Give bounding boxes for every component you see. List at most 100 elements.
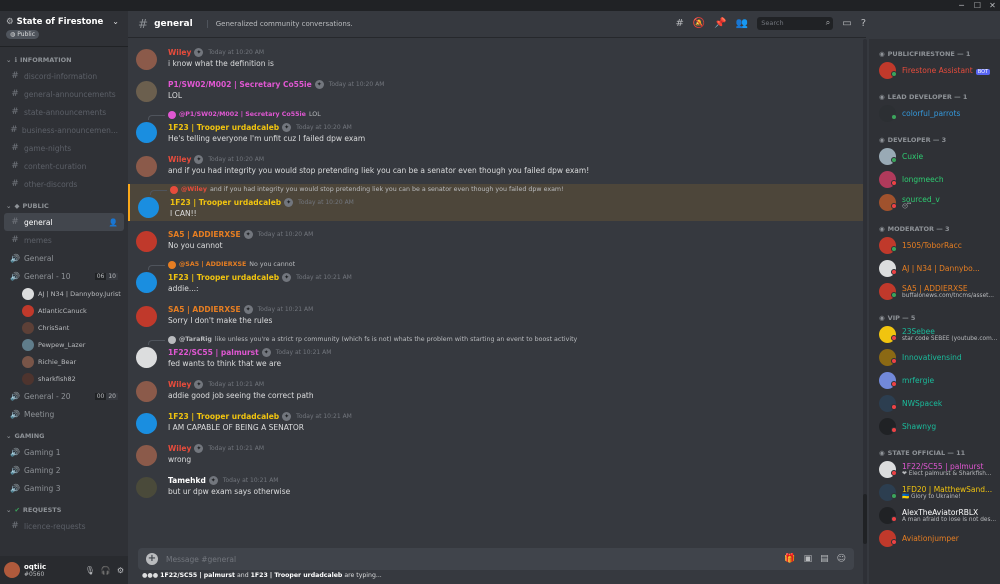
- inbox-icon[interactable]: ▭: [842, 18, 851, 29]
- message[interactable]: P1/SW02/M002 | Secretary Co55ie ✦ Today at…: [128, 77, 863, 103]
- message[interactable]: 1F23 | Trooper urdadcaleb ✦ Today at 10:21…: [128, 409, 863, 435]
- member-item[interactable]: Shawnyg: [879, 415, 1000, 438]
- message-input[interactable]: Message #general: [166, 555, 776, 564]
- channel-item[interactable]: # licence-requests: [4, 517, 124, 535]
- add-member-icon[interactable]: 👤: [109, 218, 118, 227]
- message-author[interactable]: 1F23 | Trooper urdadcaleb: [168, 412, 279, 421]
- reply-preview[interactable]: @Wiley and if you had integrity you would…: [130, 184, 863, 195]
- mute-bell-icon[interactable]: 🔕: [693, 18, 705, 29]
- member-item[interactable]: SA5 | ADDIERXSE buffalonews.com/tncms/ass…: [879, 280, 1000, 303]
- message[interactable]: SA5 | ADDIERXSE ✦ Today at 10:20 AM No you …: [128, 227, 863, 253]
- reply-preview[interactable]: @SA5 | ADDIERXSE No you cannot: [128, 259, 863, 270]
- voice-channel-meeting[interactable]: 🔊 Meeting: [4, 405, 124, 423]
- avatar[interactable]: [136, 156, 157, 177]
- message-author[interactable]: Wiley: [168, 444, 191, 453]
- help-icon[interactable]: ?: [861, 18, 866, 29]
- headset-icon[interactable]: 🎧: [101, 566, 111, 575]
- message-author[interactable]: 1F23 | Trooper urdadcaleb: [168, 123, 279, 132]
- channel-item[interactable]: # content-curation: [4, 157, 124, 175]
- channel-item[interactable]: # general-announcements: [4, 85, 124, 103]
- avatar[interactable]: [136, 81, 157, 102]
- avatar[interactable]: [4, 562, 20, 578]
- close-window-button[interactable]: ✕: [986, 0, 999, 11]
- microphone-icon[interactable]: 🎙: [85, 566, 95, 575]
- member-item[interactable]: mrfergie: [879, 369, 1000, 392]
- category-gaming[interactable]: ⌄ GAMING: [0, 429, 128, 443]
- member-list-icon[interactable]: 👥: [736, 18, 748, 29]
- message-author[interactable]: Tamehkd: [168, 476, 206, 485]
- message[interactable]: Wiley ✦ Today at 10:21 AM addie good job se…: [128, 377, 863, 403]
- message-composer[interactable]: + Message #general 🎁 ▣ ▤ ☺: [138, 548, 854, 570]
- member-item[interactable]: AlexTheAviatorRBLX A man afraid to lose i…: [879, 504, 1000, 527]
- member-item[interactable]: 1F22/SC55 | palmurst ❤ Elect palmurst & S…: [879, 458, 1000, 481]
- avatar[interactable]: [138, 197, 159, 218]
- voice-user[interactable]: Richie_Bear: [0, 353, 128, 370]
- avatar[interactable]: [136, 272, 157, 293]
- reply-preview[interactable]: @TaraRig like unless you're a strict rp c…: [128, 334, 863, 345]
- message[interactable]: Wiley ✦ Today at 10:20 AM and if you had in…: [128, 152, 863, 178]
- voice-user[interactable]: AtlanticCanuck: [0, 302, 128, 319]
- message-author[interactable]: Wiley: [168, 380, 191, 389]
- search-input[interactable]: Search ⌕: [757, 17, 834, 30]
- channel-item[interactable]: # other-discords: [4, 175, 124, 193]
- voice-user[interactable]: AJ | N34 | Dannyboy.Jurist: [0, 285, 128, 302]
- message[interactable]: Wiley ✦ Today at 10:20 AM i know what the d…: [128, 45, 863, 71]
- member-item[interactable]: Innovativensind: [879, 346, 1000, 369]
- message[interactable]: Tamehkd ✦ Today at 10:21 AM but ur dpw exam…: [128, 473, 863, 499]
- threads-icon[interactable]: #: [675, 18, 683, 29]
- gift-icon[interactable]: 🎁: [784, 554, 795, 564]
- voice-user[interactable]: ChrisSant: [0, 319, 128, 336]
- upload-plus-icon[interactable]: +: [146, 553, 158, 565]
- member-item[interactable]: 23Sebee star code SEBEE (youtube.com...: [879, 323, 1000, 346]
- message-author[interactable]: SA5 | ADDIERXSE: [168, 230, 241, 239]
- message-author[interactable]: 1F22/SC55 | palmurst: [168, 348, 259, 357]
- channel-general[interactable]: # general 👤: [4, 213, 124, 231]
- settings-gear-icon[interactable]: ⚙: [117, 566, 124, 575]
- reply-preview[interactable]: @P1/SW02/M002 | Secretary Co55ie LOL: [128, 109, 863, 120]
- member-item[interactable]: 1FD20 | MatthewSand... 🇺🇦 Glory to Ukrain…: [879, 481, 1000, 504]
- scrollbar-thumb[interactable]: [863, 494, 867, 544]
- avatar[interactable]: [136, 49, 157, 70]
- member-item[interactable]: colorful_parrots: [879, 102, 1000, 125]
- message-author[interactable]: SA5 | ADDIERXSE: [168, 305, 241, 314]
- member-item[interactable]: NWSpacek: [879, 392, 1000, 415]
- voice-channel-general-20[interactable]: 🔊 General - 20 00 20: [4, 387, 124, 405]
- channel-topic[interactable]: Generalized community conversations.: [206, 20, 353, 28]
- member-item[interactable]: AJ | N34 | Dannybo...: [879, 257, 1000, 280]
- message-scrollbar[interactable]: [863, 39, 867, 584]
- chevron-down-icon[interactable]: ⌄: [112, 17, 119, 26]
- message-author[interactable]: 1F23 | Trooper urdadcaleb: [168, 273, 279, 282]
- member-item[interactable]: Aviationjumper: [879, 527, 1000, 550]
- avatar[interactable]: [136, 122, 157, 143]
- sticker-icon[interactable]: ▤: [820, 554, 829, 564]
- member-item[interactable]: Cuxie: [879, 145, 1000, 168]
- voice-user[interactable]: sharkfish82: [0, 370, 128, 387]
- voice-channel-gaming[interactable]: 🔊 Gaming 2: [4, 461, 124, 479]
- channel-item[interactable]: # state-announcements: [4, 103, 124, 121]
- avatar[interactable]: [136, 413, 157, 434]
- avatar[interactable]: [136, 381, 157, 402]
- member-item[interactable]: Firestone Assistant BOT: [879, 59, 1000, 82]
- category-requests[interactable]: ⌄ ✔ REQUESTS: [0, 503, 128, 517]
- channel-memes[interactable]: # memes: [4, 231, 124, 249]
- avatar[interactable]: [136, 445, 157, 466]
- avatar[interactable]: [136, 477, 157, 498]
- channel-item[interactable]: # game-nights: [4, 139, 124, 157]
- emoji-icon[interactable]: ☺: [837, 554, 846, 564]
- member-item[interactable]: 1505/ToborRacc: [879, 234, 1000, 257]
- category-public[interactable]: ⌄ ◆ PUBLIC: [0, 199, 128, 213]
- avatar[interactable]: [136, 306, 157, 327]
- gif-icon[interactable]: ▣: [804, 554, 813, 564]
- voice-channel-gaming[interactable]: 🔊 Gaming 1: [4, 443, 124, 461]
- message-author[interactable]: P1/SW02/M002 | Secretary Co55ie: [168, 80, 312, 89]
- message-author[interactable]: Wiley: [168, 155, 191, 164]
- message[interactable]: 1F23 | Trooper urdadcaleb ✦ Today at 10:20…: [130, 195, 863, 221]
- channel-item[interactable]: # discord-information: [4, 67, 124, 85]
- message[interactable]: 1F22/SC55 | palmurst ✦ Today at 10:21 AM fe…: [128, 345, 863, 371]
- voice-channel-gaming[interactable]: 🔊 Gaming 3: [4, 479, 124, 497]
- message-author[interactable]: Wiley: [168, 48, 191, 57]
- channel-item[interactable]: # business-announcemen...: [4, 121, 124, 139]
- avatar[interactable]: [136, 231, 157, 252]
- voice-user[interactable]: Pewpew_Lazer: [0, 336, 128, 353]
- message[interactable]: 1F23 | Trooper urdadcaleb ✦ Today at 10:20…: [128, 120, 863, 146]
